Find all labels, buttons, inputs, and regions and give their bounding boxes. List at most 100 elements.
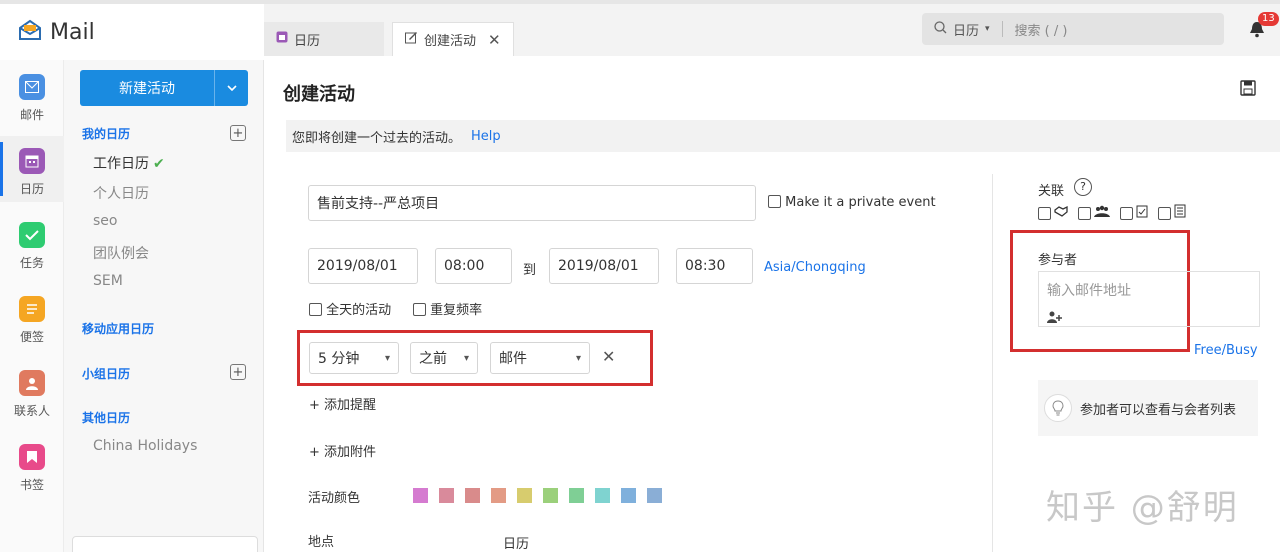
checkbox[interactable] bbox=[1158, 206, 1171, 220]
add-attachment-link[interactable]: + 添加附件 bbox=[309, 441, 376, 460]
relation-options bbox=[1038, 204, 1186, 222]
add-attendee-icon[interactable] bbox=[1047, 310, 1251, 328]
add-reminder-label: 添加提醒 bbox=[324, 398, 377, 413]
start-date-input[interactable]: 2019/08/01 bbox=[308, 248, 418, 284]
timezone-link[interactable]: Asia/Chongqing bbox=[764, 260, 866, 275]
rail-bookmarks[interactable]: 书签 bbox=[0, 432, 64, 498]
tab-calendar[interactable]: 日历 bbox=[264, 22, 384, 56]
mail-icon bbox=[19, 74, 45, 100]
reminder-type-select[interactable]: 邮件 ▾ bbox=[490, 342, 590, 374]
rail-mail[interactable]: 邮件 bbox=[0, 62, 64, 128]
color-swatch[interactable] bbox=[517, 488, 532, 503]
rail-notes[interactable]: 便签 bbox=[0, 284, 64, 350]
notice-text: 您即将创建一个过去的活动。 bbox=[292, 130, 462, 146]
rail-contacts[interactable]: 联系人 bbox=[0, 358, 64, 424]
end-date-input[interactable]: 2019/08/01 bbox=[549, 248, 659, 284]
color-swatch[interactable] bbox=[439, 488, 454, 503]
calendar-sidebar: 新建活动 我的日历 + 工作日历 ✔ 个人日历 seo 团队例会 SEM 移动应用… bbox=[64, 60, 264, 552]
brand[interactable]: Mail bbox=[18, 18, 95, 46]
note-icon bbox=[19, 296, 45, 322]
checkbox[interactable] bbox=[1038, 206, 1051, 220]
group-calendars-heading[interactable]: 小组日历 bbox=[82, 365, 130, 382]
calendar-item-personal[interactable]: 个人日历 bbox=[93, 183, 149, 203]
color-swatch[interactable] bbox=[413, 488, 428, 503]
checkbox[interactable] bbox=[768, 195, 781, 208]
calendar-item-sem[interactable]: SEM bbox=[93, 273, 123, 289]
add-calendar-icon[interactable]: + bbox=[230, 125, 246, 141]
search-input[interactable]: 搜索 ( / ) bbox=[1015, 20, 1068, 39]
app-rail: 邮件 日历 任务 便签 联系人 书签 bbox=[0, 60, 64, 552]
help-icon[interactable]: ? bbox=[1074, 178, 1092, 196]
relation-mail-option[interactable] bbox=[1038, 205, 1068, 221]
calendar-item-work[interactable]: 工作日历 ✔ bbox=[93, 153, 165, 173]
plus-icon: + bbox=[309, 445, 320, 460]
checkbox[interactable] bbox=[413, 303, 426, 316]
chevron-down-icon[interactable] bbox=[214, 70, 248, 106]
free-busy-link[interactable]: Free/Busy bbox=[1194, 343, 1258, 358]
color-swatch[interactable] bbox=[647, 488, 662, 503]
reminder-amount-select[interactable]: 5 分钟 ▾ bbox=[309, 342, 399, 374]
relation-label: 关联 bbox=[1038, 184, 1065, 199]
calendar-item-seo[interactable]: seo bbox=[93, 213, 117, 229]
color-swatch[interactable] bbox=[595, 488, 610, 503]
right-panel-divider bbox=[992, 174, 993, 552]
attendee-email-input[interactable]: 输入邮件地址 bbox=[1038, 271, 1260, 327]
rail-contacts-label: 联系人 bbox=[13, 404, 50, 418]
repeat-checkbox[interactable]: 重复频率 bbox=[413, 299, 482, 318]
rail-bookmarks-label: 书签 bbox=[19, 478, 44, 492]
rail-calendar-label: 日历 bbox=[19, 182, 44, 196]
search-scope[interactable]: 日历 bbox=[953, 20, 979, 39]
attendee-permission[interactable]: 参加者可以查看与会者列表 bbox=[1038, 380, 1258, 436]
rail-tasks-label: 任务 bbox=[19, 256, 44, 270]
mobile-calendars-heading[interactable]: 移动应用日历 bbox=[82, 320, 154, 337]
checkbox[interactable] bbox=[309, 303, 322, 316]
add-reminder-link[interactable]: + 添加提醒 bbox=[309, 394, 376, 413]
tab-create-event[interactable]: 创建活动 ✕ bbox=[392, 22, 514, 56]
checkbox[interactable] bbox=[1120, 206, 1133, 220]
reminder-when-select[interactable]: 之前 ▾ bbox=[410, 342, 478, 374]
plus-icon: + bbox=[309, 398, 320, 413]
people-icon bbox=[1094, 205, 1110, 221]
chevron-down-icon: ▾ bbox=[384, 352, 390, 364]
color-swatch[interactable] bbox=[569, 488, 584, 503]
search-bar[interactable]: 日历 ▾ 搜索 ( / ) bbox=[922, 13, 1224, 45]
color-swatch[interactable] bbox=[465, 488, 480, 503]
event-title-input[interactable]: 售前支持--严总项目 bbox=[308, 185, 756, 221]
start-time-input[interactable]: 08:00 bbox=[435, 248, 512, 284]
help-link[interactable]: Help bbox=[471, 129, 501, 144]
end-time-input[interactable]: 08:30 bbox=[676, 248, 753, 284]
color-swatch[interactable] bbox=[491, 488, 506, 503]
handshake-icon bbox=[1054, 205, 1068, 221]
edit-event-icon bbox=[405, 31, 418, 48]
chevron-down-icon[interactable]: ▾ bbox=[985, 24, 990, 34]
all-day-checkbox[interactable]: 全天的活动 bbox=[309, 299, 391, 318]
new-event-button[interactable]: 新建活动 bbox=[80, 70, 248, 106]
relation-contacts-option[interactable] bbox=[1078, 205, 1110, 221]
my-calendars-heading[interactable]: 我的日历 bbox=[82, 125, 130, 142]
user-card[interactable] bbox=[72, 536, 258, 552]
rail-calendar[interactable]: 日历 bbox=[0, 136, 64, 202]
permission-label: 参加者可以查看与会者列表 bbox=[1080, 402, 1237, 418]
add-group-calendar-icon[interactable]: + bbox=[230, 364, 246, 380]
chevron-down-icon: ▾ bbox=[575, 352, 581, 364]
checkbox[interactable] bbox=[1078, 206, 1091, 220]
close-tab-icon[interactable]: ✕ bbox=[488, 31, 501, 49]
calendar-item-china-holidays[interactable]: China Holidays bbox=[93, 438, 197, 454]
location-label: 地点 bbox=[308, 535, 335, 550]
relation-task-option[interactable] bbox=[1120, 204, 1148, 222]
calendar-item-team-meeting[interactable]: 团队例会 bbox=[93, 243, 149, 263]
other-calendars-heading[interactable]: 其他日历 bbox=[82, 409, 130, 426]
reminder-type-value: 邮件 bbox=[499, 351, 527, 367]
reminder-when-value: 之前 bbox=[419, 351, 447, 367]
relation-note-option[interactable] bbox=[1158, 204, 1186, 222]
bookmark-icon bbox=[19, 444, 45, 470]
color-swatch[interactable] bbox=[543, 488, 558, 503]
save-icon[interactable] bbox=[1240, 80, 1256, 96]
private-event-checkbox[interactable]: Make it a private event bbox=[768, 195, 936, 210]
rail-tasks[interactable]: 任务 bbox=[0, 210, 64, 276]
to-label: 到 bbox=[523, 263, 537, 278]
rail-notes-label: 便签 bbox=[19, 330, 44, 344]
color-swatch[interactable] bbox=[621, 488, 636, 503]
remove-reminder-icon[interactable]: ✕ bbox=[602, 347, 615, 366]
app-title: Mail bbox=[50, 19, 95, 45]
